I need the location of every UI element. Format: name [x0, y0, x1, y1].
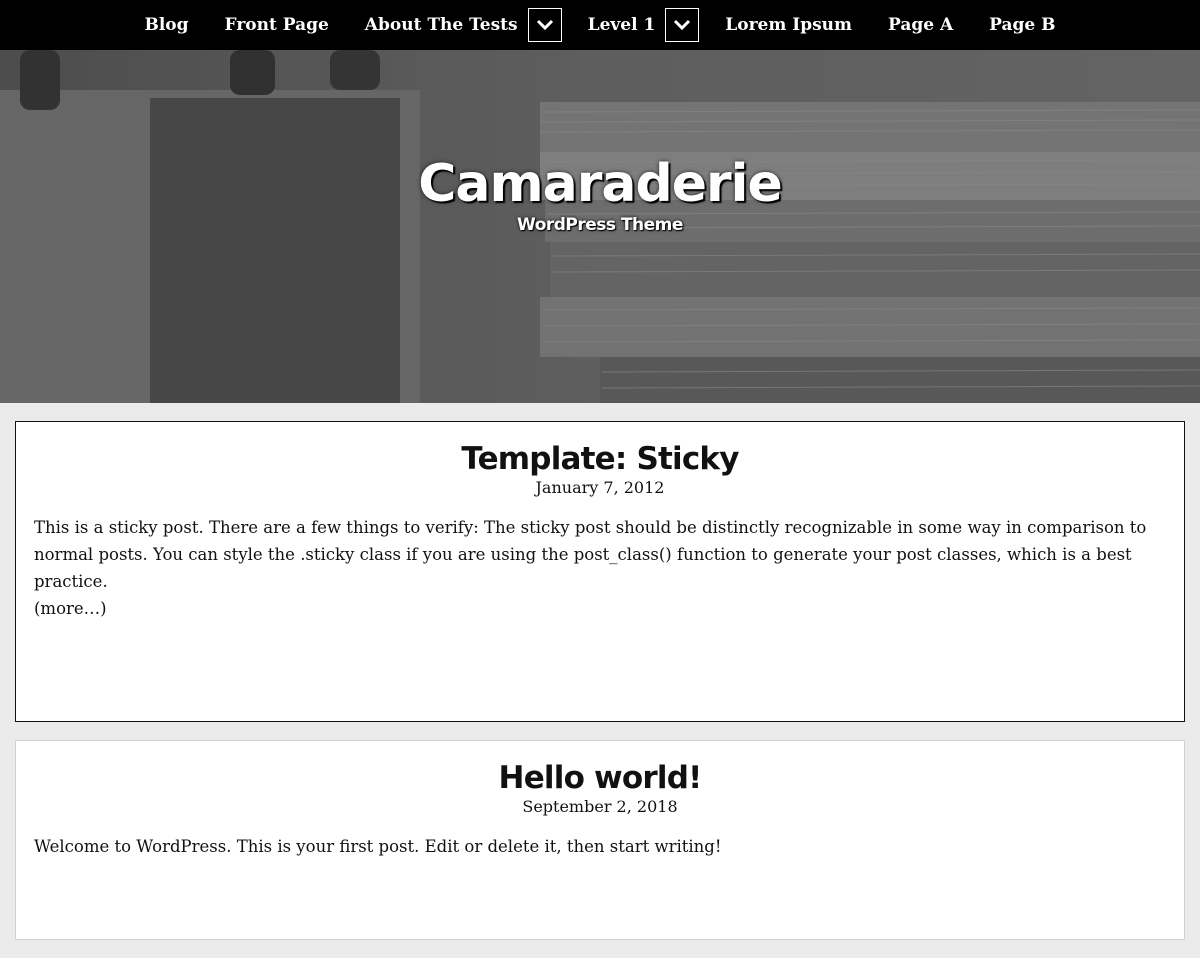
post-title: Hello world! [34, 759, 1166, 797]
post-title: Template: Sticky [34, 440, 1166, 478]
site-description: WordPress Theme [517, 215, 683, 235]
post-date: September 2, 2018 [522, 797, 678, 816]
nav-link-blog[interactable]: Blog [126, 0, 206, 50]
main-navigation: Blog Front Page About The Tests Level 1 … [0, 0, 1200, 50]
nav-item-page-b: Page B [971, 0, 1073, 50]
post-date: January 7, 2012 [535, 478, 665, 497]
nav-item-blog: Blog [126, 0, 206, 50]
post-title-link[interactable]: Template: Sticky [461, 441, 739, 477]
nav-link-front-page[interactable]: Front Page [207, 0, 347, 50]
submenu-toggle-about-the-tests[interactable] [527, 8, 562, 42]
nav-link-lorem-ipsum[interactable]: Lorem Ipsum [707, 0, 870, 50]
nav-link-level-1[interactable]: Level 1 [570, 0, 666, 50]
site-title[interactable]: Camaraderie [0, 154, 1200, 214]
site-branding: Camaraderie WordPress Theme [0, 154, 1200, 236]
nav-item-front-page: Front Page [207, 0, 347, 50]
nav-link-about-the-tests[interactable]: About The Tests [347, 0, 528, 50]
more-link[interactable]: (more…) [34, 599, 107, 618]
post-excerpt-text: This is a sticky post. There are a few t… [34, 518, 1147, 591]
nav-item-level-1: Level 1 [570, 0, 708, 50]
site-header: Camaraderie WordPress Theme [0, 50, 1200, 403]
chevron-down-icon [536, 19, 553, 31]
nav-item-page-a: Page A [870, 0, 971, 50]
nav-item-about-the-tests: About The Tests [347, 0, 570, 50]
nav-link-page-b[interactable]: Page B [971, 0, 1073, 50]
post-hello-world: Hello world! September 2, 2018 Welcome t… [15, 740, 1185, 940]
post-excerpt: This is a sticky post. There are a few t… [34, 514, 1166, 622]
post-sticky: Template: Sticky January 7, 2012 This is… [15, 421, 1185, 722]
chevron-down-icon [674, 19, 691, 31]
nav-item-lorem-ipsum: Lorem Ipsum [707, 0, 870, 50]
nav-link-page-a[interactable]: Page A [870, 0, 971, 50]
post-excerpt: Welcome to WordPress. This is your first… [34, 837, 722, 856]
main-content: Template: Sticky January 7, 2012 This is… [15, 421, 1185, 958]
submenu-toggle-level-1[interactable] [665, 8, 700, 42]
post-title-link[interactable]: Hello world! [499, 760, 703, 796]
nav-menu: Blog Front Page About The Tests Level 1 … [126, 0, 1073, 50]
